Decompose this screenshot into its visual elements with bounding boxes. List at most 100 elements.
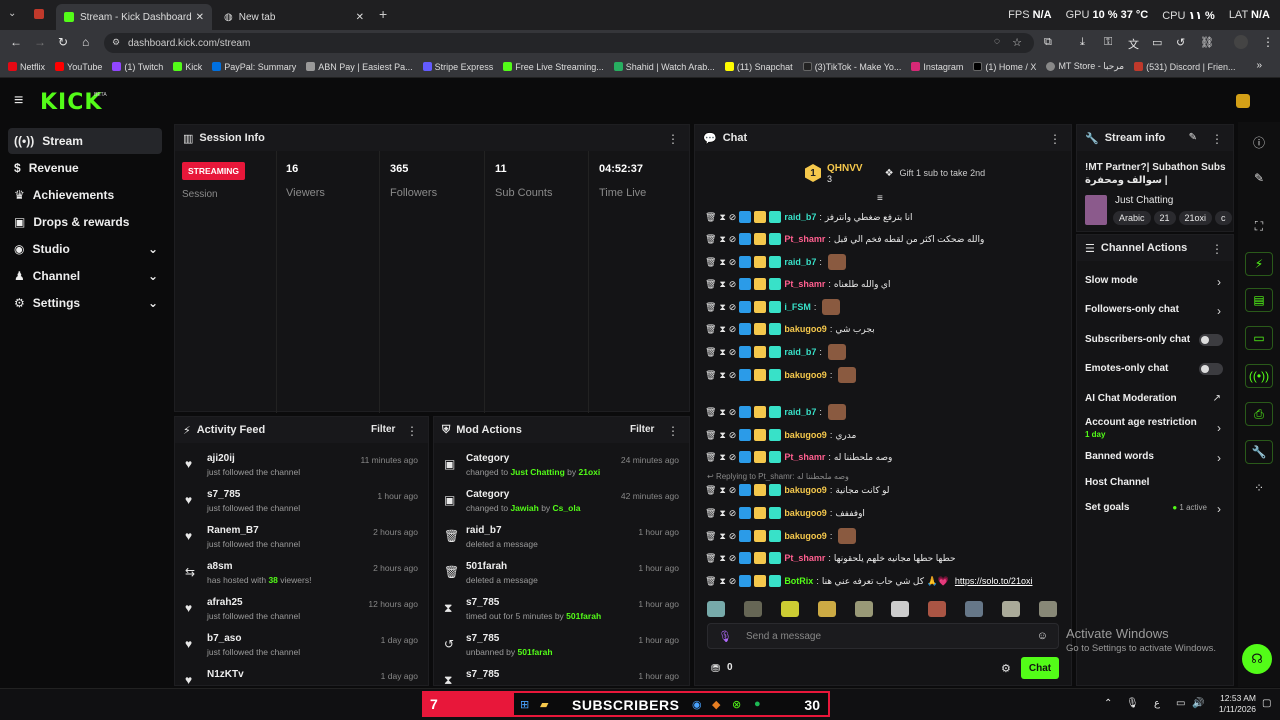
timeout-icon[interactable]: ⧗ — [719, 257, 725, 268]
timeout-icon[interactable]: ⧗ — [719, 430, 725, 441]
emote[interactable] — [817, 601, 836, 617]
tag[interactable]: c — [1215, 211, 1232, 225]
chat-username[interactable]: Pt_shamr — [784, 452, 825, 462]
chat-username[interactable]: bakugoo9 — [784, 485, 827, 495]
emote[interactable] — [965, 601, 984, 617]
expand-icon[interactable]: ⛶ — [1245, 214, 1273, 238]
bookmark-twitch[interactable]: (1) Twitch — [112, 62, 163, 72]
ban-icon[interactable]: ⊘ — [729, 257, 737, 268]
more-options-icon[interactable]: ⋮ — [1211, 132, 1223, 146]
sidebar-item-studio[interactable]: ◉ Studio ⌄ — [8, 236, 162, 262]
chat-username[interactable]: bakugoo9 — [784, 508, 827, 518]
sidebar-item-channel[interactable]: ♟ Channel ⌄ — [8, 263, 162, 289]
action-emotes-only[interactable]: Emotes-only chat — [1077, 363, 1233, 383]
wrench-icon[interactable]: 🔧 — [1245, 440, 1273, 464]
ban-icon[interactable]: ⊘ — [729, 302, 737, 313]
timeout-icon[interactable]: ⧗ — [719, 407, 725, 418]
timeout-icon[interactable]: ⧗ — [719, 508, 725, 519]
sidebar-item-achievements[interactable]: ♛ Achievements — [8, 182, 162, 208]
ban-icon[interactable]: ⊘ — [729, 347, 737, 358]
delete-icon[interactable]: 🗑 — [705, 576, 716, 587]
download-icon[interactable]: ⤓ — [1080, 36, 1085, 49]
action-slow-mode[interactable]: Slow mode › — [1077, 275, 1233, 295]
bookmark-kick[interactable]: Kick — [173, 62, 202, 72]
bookmark-abn[interactable]: ABN Pay | Easiest Pa... — [306, 62, 413, 72]
delete-icon[interactable]: 🗑 — [705, 347, 716, 358]
notifications-icon[interactable]: ▢ — [1262, 698, 1271, 709]
chat-username[interactable]: BotRix — [784, 576, 813, 586]
history-icon[interactable]: ↺ — [1176, 36, 1185, 49]
message-icon[interactable]: ▭ — [1245, 326, 1273, 350]
edit-icon[interactable]: ✎ — [1189, 132, 1197, 143]
spotify-icon[interactable]: ● — [754, 698, 761, 710]
timeout-icon[interactable]: ⧗ — [719, 234, 725, 245]
delete-icon[interactable]: 🗑 — [705, 485, 716, 496]
ban-icon[interactable]: ⊘ — [729, 576, 737, 587]
ban-icon[interactable]: ⊘ — [729, 452, 737, 463]
chat-username[interactable]: bakugoo9 — [784, 370, 827, 380]
back-icon[interactable]: ← — [10, 35, 22, 49]
toggle-switch[interactable] — [1199, 363, 1223, 375]
language-indicator[interactable]: ع — [1154, 698, 1160, 709]
network-icon[interactable]: ▭ — [1176, 698, 1185, 709]
more-options-icon[interactable]: ⋮ — [406, 424, 418, 438]
tag[interactable]: 21oxi — [1178, 211, 1213, 225]
hamburger-menu-icon[interactable]: ≡ — [14, 92, 23, 110]
user-avatar[interactable] — [1236, 94, 1250, 108]
volume-icon[interactable]: 🔊 — [1192, 698, 1204, 709]
broadcast-icon[interactable]: ((•)) — [1245, 364, 1273, 388]
timeout-icon[interactable]: ⧗ — [719, 279, 725, 290]
chat-username[interactable]: Pt_shamr — [784, 279, 825, 289]
start-icon[interactable]: ⊞ — [520, 698, 529, 711]
reload-icon[interactable]: ↻ — [58, 35, 68, 49]
timeout-icon[interactable]: ⧗ — [719, 553, 725, 564]
translate-icon[interactable]: 文 — [1128, 36, 1139, 52]
action-set-goals[interactable]: Set goals ● 1 active › — [1077, 502, 1233, 522]
bookmark-instagram[interactable]: Instagram — [911, 62, 963, 72]
timeout-icon[interactable]: ⧗ — [719, 324, 725, 335]
emote[interactable] — [1038, 601, 1057, 617]
bookmark-mt-store[interactable]: MT Store - مرحبا — [1046, 61, 1124, 72]
close-tab-icon[interactable]: ✕ — [356, 12, 364, 23]
delete-icon[interactable]: 🗑 — [705, 407, 716, 418]
chat-username[interactable]: Pt_shamr — [784, 553, 825, 563]
action-banned-words[interactable]: Banned words › — [1077, 451, 1233, 471]
app-icon[interactable]: ◆ — [712, 698, 720, 711]
profile-avatar[interactable] — [1234, 35, 1248, 49]
chat-username[interactable]: Pt_shamr — [784, 234, 825, 244]
mic-icon[interactable]: 🎙 — [718, 630, 732, 643]
chat-username[interactable]: bakugoo9 — [784, 531, 827, 541]
tray-overflow-icon[interactable]: ⌃ — [1104, 698, 1112, 709]
chat-username[interactable]: raid_b7 — [784, 212, 816, 222]
delete-icon[interactable]: 🗑 — [705, 279, 716, 290]
timeout-icon[interactable]: ⧗ — [719, 347, 725, 358]
delete-icon[interactable]: 🗑 — [705, 531, 716, 542]
action-host-channel[interactable]: Host Channel — [1077, 477, 1233, 497]
emote[interactable] — [780, 601, 799, 617]
ban-icon[interactable]: ⊘ — [729, 485, 737, 496]
ban-icon[interactable]: ⊘ — [729, 324, 737, 335]
sidebar-item-stream[interactable]: ((•)) Stream — [8, 128, 162, 154]
chat-username[interactable]: raid_b7 — [784, 407, 816, 417]
site-info-icon[interactable]: ⚙ — [112, 37, 120, 48]
more-options-icon[interactable]: ⋮ — [667, 424, 679, 438]
lightning-icon[interactable]: ⚡ — [1245, 252, 1273, 276]
tab-list-icon[interactable]: ⌄ — [8, 8, 16, 19]
points-icon[interactable]: ⛃ — [711, 662, 720, 675]
action-ai-moderation[interactable]: AI Chat Moderation ↗ — [1077, 393, 1233, 413]
bookmark-x[interactable]: (1) Home / X — [973, 62, 1036, 72]
emote[interactable] — [743, 601, 762, 617]
timeout-icon[interactable]: ⧗ — [719, 485, 725, 496]
more-options-icon[interactable]: ⋮ — [1211, 242, 1223, 256]
bookmark-tiktok[interactable]: (3)TikTok - Make Yo... — [802, 62, 901, 72]
card-icon[interactable]: ▭ — [1152, 36, 1162, 49]
chat-input[interactable]: 🎙 Send a message ☺ — [707, 623, 1059, 649]
delete-icon[interactable]: 🗑 — [705, 302, 716, 313]
bookmarks-overflow-icon[interactable]: » — [1256, 60, 1262, 71]
action-followers-only[interactable]: Followers-only chat › — [1077, 304, 1233, 324]
chat-username[interactable]: bakugoo9 — [784, 324, 827, 334]
bookmark-paypal[interactable]: PayPal: Summary — [212, 62, 296, 72]
chat-username[interactable]: i_FSM — [784, 302, 811, 312]
info-icon[interactable]: ⓘ — [1245, 130, 1273, 154]
bookmark-snapchat[interactable]: (11) Snapchat — [724, 62, 793, 72]
